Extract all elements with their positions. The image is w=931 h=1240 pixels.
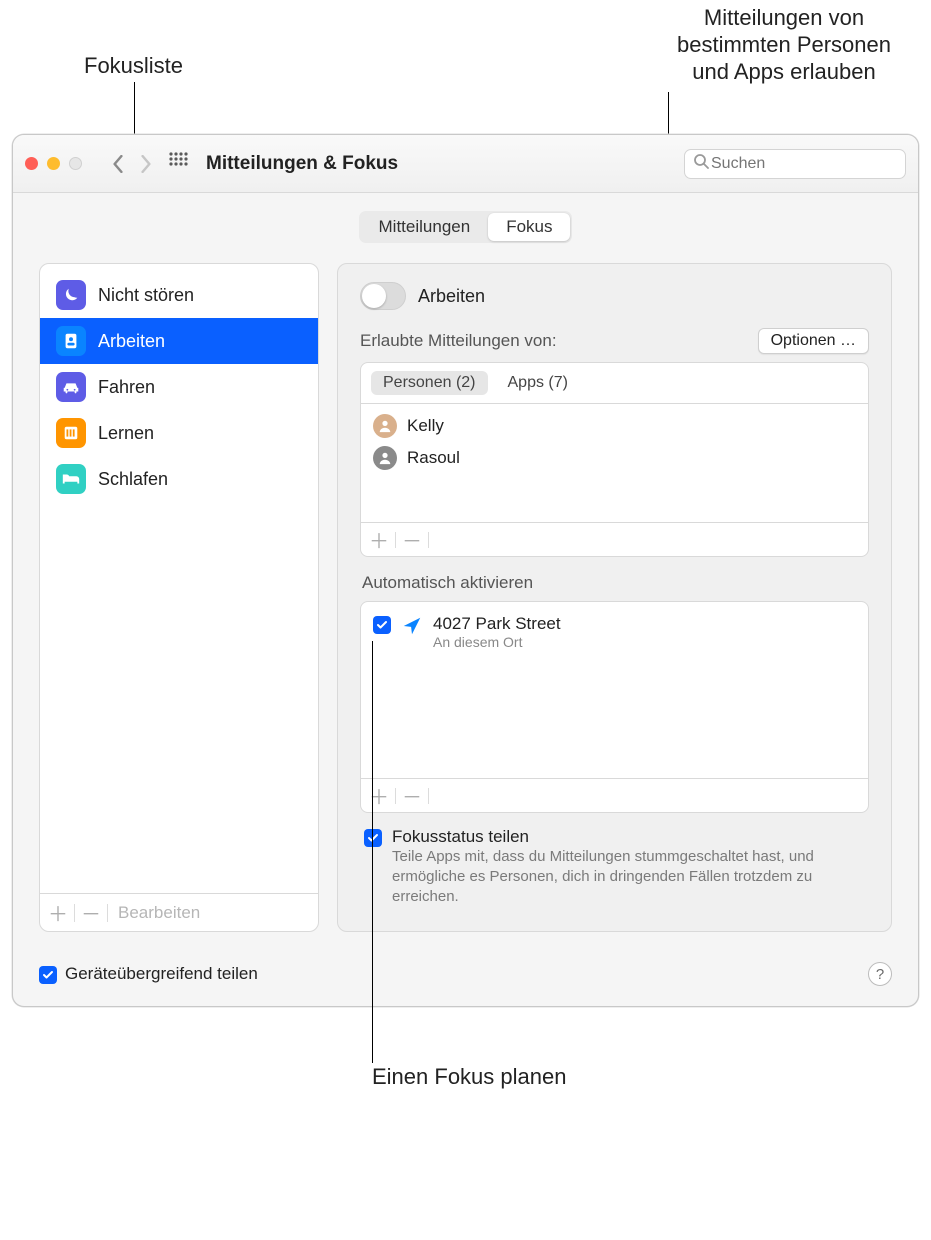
- preferences-window: Mitteilungen & Fokus Mitteilungen Fokus: [12, 134, 919, 1007]
- auto-location-title: 4027 Park Street: [433, 614, 561, 634]
- callouts-top: Fokusliste Mitteilungen von bestimmten P…: [0, 0, 931, 126]
- allowed-tab-apps[interactable]: Apps (7): [496, 371, 580, 395]
- add-focus-button[interactable]: ＋: [48, 898, 68, 927]
- focus-settings-panel: Arbeiten Erlaubte Mitteilungen von: Opti…: [337, 263, 892, 932]
- callout-focuslist: Fokusliste: [84, 52, 183, 79]
- callouts-bottom: Einen Fokus planen: [0, 1007, 931, 1095]
- tab-focus[interactable]: Fokus: [488, 213, 570, 241]
- callout-allow: Mitteilungen von bestimmten Personen und…: [677, 4, 891, 85]
- window-title: Mitteilungen & Fokus: [206, 153, 398, 175]
- book-icon: [56, 418, 86, 448]
- focus-list: Nicht stören Arbeiten Fahren: [40, 264, 318, 893]
- focus-item-driving[interactable]: Fahren: [40, 364, 318, 410]
- avatar-icon: [373, 446, 397, 470]
- allowed-tab-people[interactable]: Personen (2): [371, 371, 488, 395]
- remove-automation-button[interactable]: －: [402, 781, 422, 810]
- car-icon: [56, 372, 86, 402]
- edit-focus-button[interactable]: Bearbeiten: [118, 903, 200, 923]
- share-across-devices-label: Geräteübergreifend teilen: [65, 964, 258, 984]
- back-button[interactable]: [104, 150, 132, 178]
- auto-location-subtitle: An diesem Ort: [433, 634, 561, 650]
- allowed-listbox: Personen (2) Apps (7) Kelly Rasou: [360, 362, 869, 557]
- window-toolbar: Mitteilungen & Fokus: [13, 135, 918, 193]
- allowed-person-row[interactable]: Kelly: [371, 410, 858, 442]
- badge-icon: [56, 326, 86, 356]
- share-status-title: Fokusstatus teilen: [392, 827, 865, 847]
- zoom-window-button: [69, 157, 82, 170]
- callout-plan: Einen Fokus planen: [372, 1063, 566, 1090]
- close-window-button[interactable]: [25, 157, 38, 170]
- help-button[interactable]: ?: [868, 962, 892, 986]
- tab-switch: Mitteilungen Fokus: [359, 211, 573, 243]
- search-field[interactable]: [684, 149, 906, 179]
- focus-item-dnd[interactable]: Nicht stören: [40, 272, 318, 318]
- allowed-person-name: Rasoul: [407, 448, 460, 468]
- auto-activate-box: 4027 Park Street An diesem Ort ＋ －: [360, 601, 869, 813]
- auto-activate-label: Automatisch aktivieren: [362, 573, 869, 593]
- moon-icon: [56, 280, 86, 310]
- bed-icon: [56, 464, 86, 494]
- focus-item-work[interactable]: Arbeiten: [40, 318, 318, 364]
- focus-name-label: Arbeiten: [418, 286, 485, 307]
- share-status-desc: Teile Apps mit, dass du Mitteilungen stu…: [392, 847, 865, 907]
- add-person-button[interactable]: ＋: [369, 525, 389, 554]
- search-icon: [693, 153, 709, 174]
- allowed-person-row[interactable]: Rasoul: [371, 442, 858, 474]
- allowed-person-name: Kelly: [407, 416, 444, 436]
- focus-item-label: Lernen: [98, 423, 154, 444]
- auto-activate-row[interactable]: 4027 Park Street An diesem Ort: [361, 602, 868, 658]
- focus-enable-toggle[interactable]: [360, 282, 406, 310]
- tab-notifications[interactable]: Mitteilungen: [361, 213, 489, 241]
- focus-item-label: Arbeiten: [98, 331, 165, 352]
- focus-item-learning[interactable]: Lernen: [40, 410, 318, 456]
- focus-item-label: Fahren: [98, 377, 155, 398]
- auto-enable-checkbox[interactable]: [373, 616, 391, 634]
- location-icon: [401, 615, 423, 637]
- focus-item-sleep[interactable]: Schlafen: [40, 456, 318, 502]
- remove-focus-button[interactable]: －: [81, 898, 101, 927]
- options-button[interactable]: Optionen …: [758, 328, 869, 354]
- share-across-devices-checkbox[interactable]: [39, 966, 57, 984]
- show-all-icon[interactable]: [168, 151, 188, 176]
- focus-item-label: Schlafen: [98, 469, 168, 490]
- search-input[interactable]: [709, 154, 919, 174]
- share-status-checkbox[interactable]: [364, 829, 382, 847]
- focus-sidebar: Nicht stören Arbeiten Fahren: [39, 263, 319, 932]
- allowed-from-label: Erlaubte Mitteilungen von:: [360, 331, 557, 351]
- avatar-icon: [373, 414, 397, 438]
- focus-item-label: Nicht stören: [98, 285, 194, 306]
- remove-person-button[interactable]: －: [402, 525, 422, 554]
- minimize-window-button[interactable]: [47, 157, 60, 170]
- window-controls: [25, 157, 82, 170]
- forward-button[interactable]: [132, 150, 160, 178]
- focus-list-footer: ＋ － Bearbeiten: [40, 893, 318, 931]
